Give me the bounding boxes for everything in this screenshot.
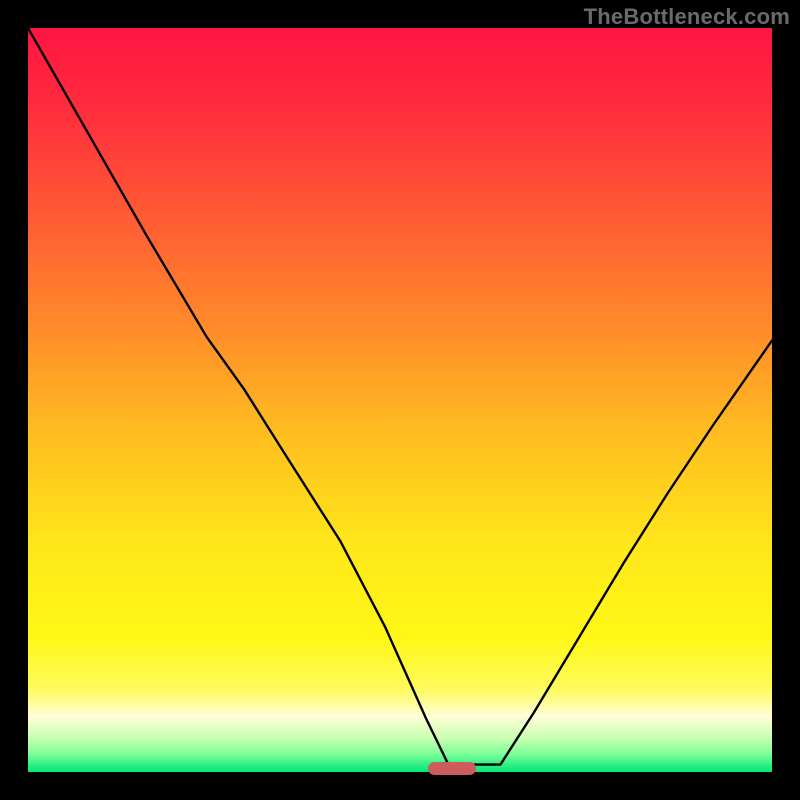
bottleneck-chart [0, 0, 800, 800]
optimal-marker [428, 762, 476, 775]
chart-container: TheBottleneck.com [0, 0, 800, 800]
watermark-label: TheBottleneck.com [584, 4, 790, 30]
